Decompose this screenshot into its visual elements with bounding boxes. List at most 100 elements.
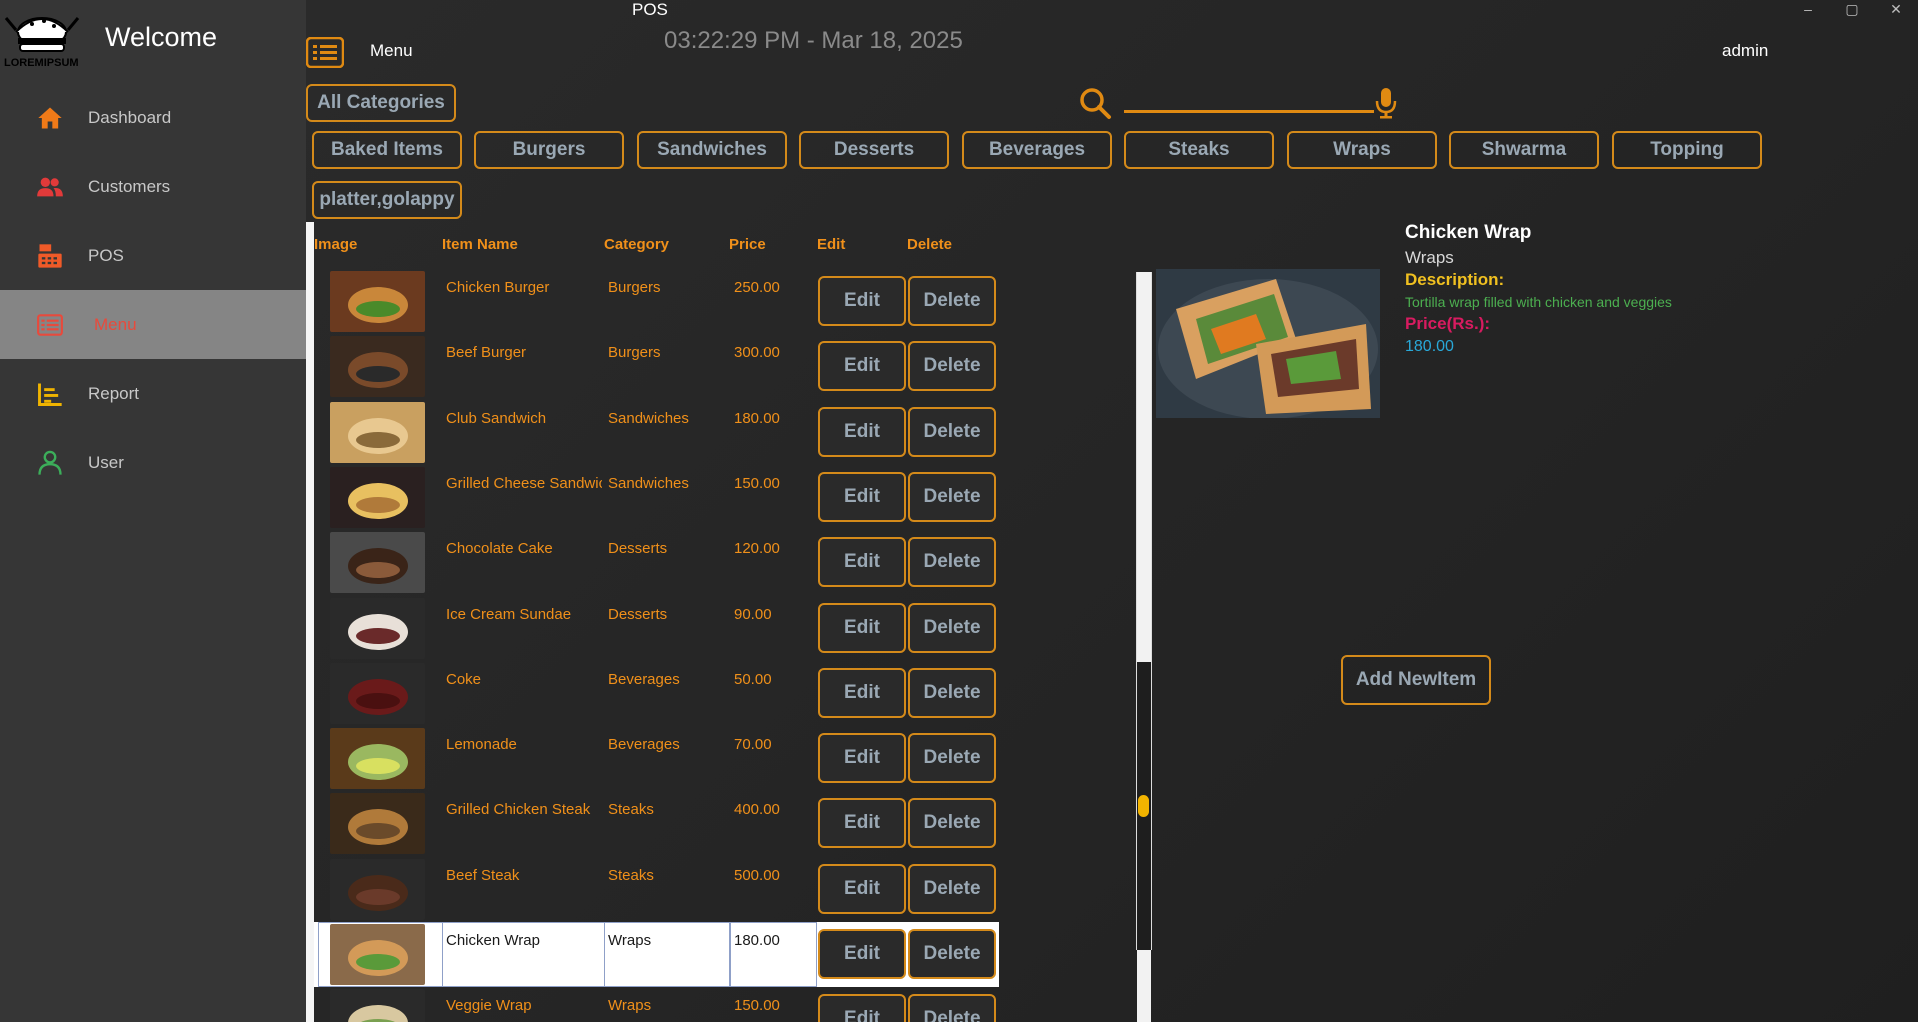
- welcome-title: Welcome: [105, 22, 218, 52]
- selected-cell-border: [318, 922, 443, 987]
- item-category: Desserts: [608, 540, 668, 557]
- delete-button[interactable]: Delete: [908, 668, 996, 718]
- edit-button[interactable]: Edit: [818, 733, 906, 783]
- logo-text: LOREMIPSUM: [4, 57, 79, 69]
- close-button[interactable]: ✕: [1874, 0, 1918, 18]
- maximize-button[interactable]: ▢: [1830, 0, 1874, 18]
- category-all[interactable]: All Categories: [306, 84, 456, 122]
- edit-button[interactable]: Edit: [818, 668, 906, 718]
- item-category: Wraps: [608, 997, 652, 1014]
- delete-button[interactable]: Delete: [908, 537, 996, 587]
- edit-button[interactable]: Edit: [818, 994, 906, 1022]
- table-row[interactable]: Ice Cream Sundae Desserts 90.00 Edit Delete: [314, 596, 999, 661]
- selected-cell-border: [730, 922, 817, 987]
- delete-button[interactable]: Delete: [908, 341, 996, 391]
- detail-description: Tortilla wrap filled with chicken and ve…: [1405, 294, 1672, 310]
- sidebar-item-menu[interactable]: Menu: [0, 290, 306, 359]
- table-row[interactable]: Beef Steak Steaks 500.00 Edit Delete: [314, 857, 999, 922]
- category-steaks[interactable]: Steaks: [1124, 131, 1274, 169]
- add-new-item-button[interactable]: Add NewItem: [1341, 655, 1491, 705]
- sidebar-item-user[interactable]: User: [0, 428, 306, 497]
- edit-button[interactable]: Edit: [818, 407, 906, 457]
- table-row[interactable]: Chocolate Cake Desserts 120.00 Edit Delete: [314, 530, 999, 595]
- user-icon: [36, 449, 64, 477]
- table-row[interactable]: Club Sandwich Sandwiches 180.00 Edit Delete: [314, 400, 999, 465]
- category-burgers[interactable]: Burgers: [474, 131, 624, 169]
- scrollbar-handle[interactable]: [1138, 795, 1149, 817]
- search-underline: [1124, 110, 1374, 113]
- header-edit: Edit: [817, 236, 846, 253]
- item-category: Beverages: [608, 671, 680, 688]
- category-baked-items[interactable]: Baked Items: [312, 131, 462, 169]
- users-icon: [36, 173, 64, 201]
- category-topping[interactable]: Topping: [1612, 131, 1762, 169]
- item-thumbnail: [330, 793, 425, 854]
- table-row[interactable]: Chicken Wrap Wraps 180.00 Edit Delete: [314, 922, 999, 987]
- edit-button[interactable]: Edit: [818, 798, 906, 848]
- item-thumbnail: [330, 271, 425, 332]
- edit-button[interactable]: Edit: [818, 341, 906, 391]
- table-row[interactable]: Grilled Cheese Sandwich Sandwiches 150.00 E…: [314, 465, 999, 530]
- table-row[interactable]: Coke Beverages 50.00 Edit Delete: [314, 661, 999, 726]
- search-icon[interactable]: [1078, 86, 1112, 120]
- sidebar-item-report[interactable]: Report: [0, 359, 306, 428]
- clock-display: 03:22:29 PM - Mar 18, 2025: [664, 27, 963, 54]
- delete-button[interactable]: Delete: [908, 798, 996, 848]
- edit-button[interactable]: Edit: [818, 276, 906, 326]
- delete-button[interactable]: Delete: [908, 472, 996, 522]
- sidebar: LOREMIPSUM Welcome Dashboard Customers P…: [0, 0, 306, 1022]
- item-name: Beef Steak: [446, 867, 520, 884]
- item-thumbnail: [330, 336, 425, 397]
- minimize-button[interactable]: –: [1786, 0, 1830, 18]
- category-sandwiches[interactable]: Sandwiches: [637, 131, 787, 169]
- table-row[interactable]: Grilled Chicken Steak Steaks 400.00 Edit Del…: [314, 791, 999, 856]
- category-beverages[interactable]: Beverages: [962, 131, 1112, 169]
- item-name: Chicken Burger: [446, 279, 550, 296]
- delete-button[interactable]: Delete: [908, 994, 996, 1022]
- category-desserts[interactable]: Desserts: [799, 131, 949, 169]
- table-row[interactable]: Lemonade Beverages 70.00 Edit Delete: [314, 726, 999, 791]
- category-platter[interactable]: platter,golappy: [312, 181, 462, 219]
- sidebar-item-label: POS: [88, 245, 124, 265]
- item-thumbnail: [330, 663, 425, 724]
- delete-button[interactable]: Delete: [908, 603, 996, 653]
- table-row[interactable]: Beef Burger Burgers 300.00 Edit Delete: [314, 334, 999, 399]
- current-user: admin: [1722, 41, 1769, 60]
- sidebar-item-label: User: [88, 452, 124, 472]
- edit-button[interactable]: Edit: [818, 537, 906, 587]
- home-icon: [36, 104, 64, 132]
- edit-button[interactable]: Edit: [818, 472, 906, 522]
- sidebar-item-customers[interactable]: Customers: [0, 152, 306, 221]
- item-price: 250.00: [734, 279, 780, 296]
- delete-button[interactable]: Delete: [908, 929, 996, 979]
- cash-register-icon: [36, 242, 64, 270]
- item-thumbnail: [330, 728, 425, 789]
- table-row[interactable]: Veggie Wrap Wraps 150.00 Edit Delete: [314, 987, 999, 1022]
- page-title: Menu: [370, 41, 413, 60]
- chart-icon: [36, 380, 64, 408]
- window-controls: – ▢ ✕: [1786, 0, 1918, 18]
- delete-button[interactable]: Delete: [908, 864, 996, 914]
- header-category: Category: [604, 236, 670, 253]
- delete-button[interactable]: Delete: [908, 733, 996, 783]
- sidebar-item-pos[interactable]: POS: [0, 221, 306, 290]
- item-thumbnail: [330, 598, 425, 659]
- microphone-icon[interactable]: [1374, 87, 1398, 119]
- sidebar-item-label: Report: [88, 383, 140, 403]
- table-row[interactable]: Chicken Burger Burgers 250.00 Edit Delete: [314, 269, 999, 334]
- item-price: 400.00: [734, 801, 780, 818]
- search-input[interactable]: [1124, 86, 1374, 110]
- edit-button[interactable]: Edit: [818, 864, 906, 914]
- sidebar-item-dashboard[interactable]: Dashboard: [0, 83, 306, 152]
- delete-button[interactable]: Delete: [908, 276, 996, 326]
- category-wraps[interactable]: Wraps: [1287, 131, 1437, 169]
- edit-button[interactable]: Edit: [818, 603, 906, 653]
- header-delete: Delete: [907, 236, 953, 253]
- edit-button[interactable]: Edit: [818, 929, 906, 979]
- category-shwarma[interactable]: Shwarma: [1449, 131, 1599, 169]
- hamburger-menu-icon[interactable]: [306, 37, 344, 68]
- selected-cell-border: [442, 922, 605, 987]
- delete-button[interactable]: Delete: [908, 407, 996, 457]
- sidebar-item-label: Dashboard: [88, 107, 172, 127]
- table-left-border: [306, 222, 314, 1022]
